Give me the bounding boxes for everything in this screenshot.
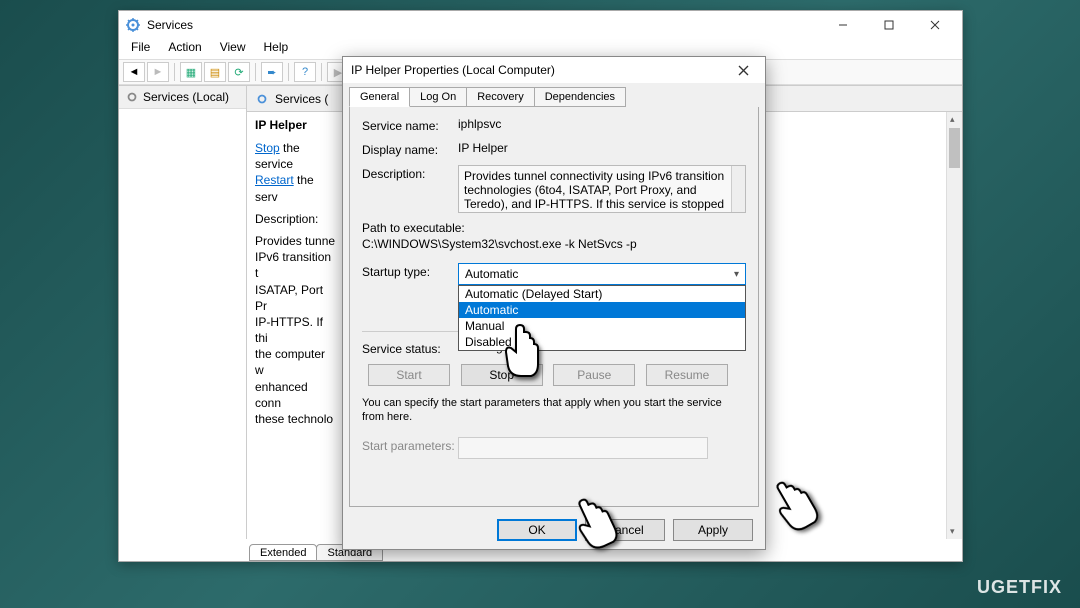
export-button[interactable]: ➨ — [261, 62, 283, 82]
cancel-button[interactable]: Cancel — [585, 519, 665, 541]
gear-icon — [125, 90, 139, 104]
properties-dialog: IP Helper Properties (Local Computer) Ge… — [342, 56, 766, 550]
dialog-title: IP Helper Properties (Local Computer) — [351, 63, 729, 77]
startup-opt-automatic[interactable]: Automatic — [459, 302, 745, 318]
tab-general[interactable]: General — [349, 87, 410, 107]
params-hint: You can specify the start parameters tha… — [362, 396, 746, 425]
display-name-label: Display name: — [362, 141, 458, 157]
scrollbar-thumb[interactable] — [949, 128, 960, 168]
menu-help[interactable]: Help — [262, 39, 291, 59]
description-text: Provides tunnel connectivity using IPv6 … — [464, 169, 724, 211]
apply-button[interactable]: Apply — [673, 519, 753, 541]
nav-tree: Services (Local) — [119, 86, 247, 539]
show-hide-button[interactable]: ▦ — [180, 62, 202, 82]
desc-scrollbar[interactable] — [731, 166, 745, 212]
startup-type-label: Startup type: — [362, 263, 458, 279]
service-name-label: Service name: — [362, 117, 458, 133]
forward-button[interactable]: ► — [147, 62, 169, 82]
chevron-down-icon: ▾ — [734, 269, 739, 280]
startup-type-combo[interactable]: Automatic ▾ — [458, 263, 746, 285]
window-title: Services — [147, 18, 822, 32]
start-service-button[interactable]: Start — [368, 364, 450, 386]
start-params-input[interactable] — [458, 437, 708, 459]
restart-link[interactable]: Restart — [255, 173, 294, 187]
tab-extended[interactable]: Extended — [249, 544, 317, 561]
services-icon — [125, 17, 141, 33]
close-icon — [738, 65, 749, 76]
path-label: Path to executable: — [362, 221, 746, 235]
refresh-button[interactable]: ⟳ — [228, 62, 250, 82]
startup-opt-manual[interactable]: Manual — [459, 318, 745, 334]
menu-file[interactable]: File — [129, 39, 152, 59]
service-status-label: Service status: — [362, 340, 458, 356]
description-box[interactable]: Provides tunnel connectivity using IPv6 … — [458, 165, 746, 213]
path-value: C:\WINDOWS\System32\svchost.exe -k NetSv… — [362, 237, 746, 251]
close-button[interactable] — [914, 14, 956, 36]
detail-header-title: Services ( — [275, 92, 328, 106]
tab-logon[interactable]: Log On — [409, 87, 467, 107]
selected-service-name: IP Helper — [255, 118, 336, 132]
start-params-label: Start parameters: — [362, 437, 458, 453]
back-button[interactable]: ◄ — [123, 62, 145, 82]
properties-button[interactable]: ▤ — [204, 62, 226, 82]
nav-root[interactable]: Services (Local) — [119, 86, 246, 109]
maximize-button[interactable] — [868, 14, 910, 36]
service-detail-panel: IP Helper Stop the service Restart the s… — [247, 112, 345, 539]
menu-action[interactable]: Action — [166, 39, 203, 59]
startup-type-dropdown: Automatic (Delayed Start) Automatic Manu… — [458, 285, 746, 351]
tab-dependencies[interactable]: Dependencies — [534, 87, 626, 107]
tab-recovery[interactable]: Recovery — [466, 87, 534, 107]
startup-opt-delayed[interactable]: Automatic (Delayed Start) — [459, 286, 745, 302]
description-label: Description: — [362, 165, 458, 181]
pause-service-button[interactable]: Pause — [553, 364, 635, 386]
service-name-value: iphlpsvc — [458, 117, 746, 131]
stop-link[interactable]: Stop — [255, 141, 280, 155]
desc-heading: Description: — [255, 211, 336, 227]
startup-opt-disabled[interactable]: Disabled — [459, 334, 745, 350]
minimize-button[interactable] — [822, 14, 864, 36]
ok-button[interactable]: OK — [497, 519, 577, 541]
vertical-scrollbar[interactable] — [946, 112, 962, 539]
desc-text: Provides tunne IPv6 transition t ISATAP,… — [255, 233, 336, 427]
nav-root-label: Services (Local) — [143, 90, 229, 104]
titlebar: Services — [119, 11, 962, 39]
help-button[interactable]: ? — [294, 62, 316, 82]
stop-service-button[interactable]: Stop — [461, 364, 543, 386]
startup-type-selected: Automatic — [465, 267, 518, 281]
watermark: UGETFIX — [977, 577, 1062, 598]
gear-icon — [255, 92, 269, 106]
display-name-value: IP Helper — [458, 141, 746, 155]
dialog-close-button[interactable] — [729, 60, 757, 80]
resume-service-button[interactable]: Resume — [646, 364, 728, 386]
menu-view[interactable]: View — [218, 39, 248, 59]
